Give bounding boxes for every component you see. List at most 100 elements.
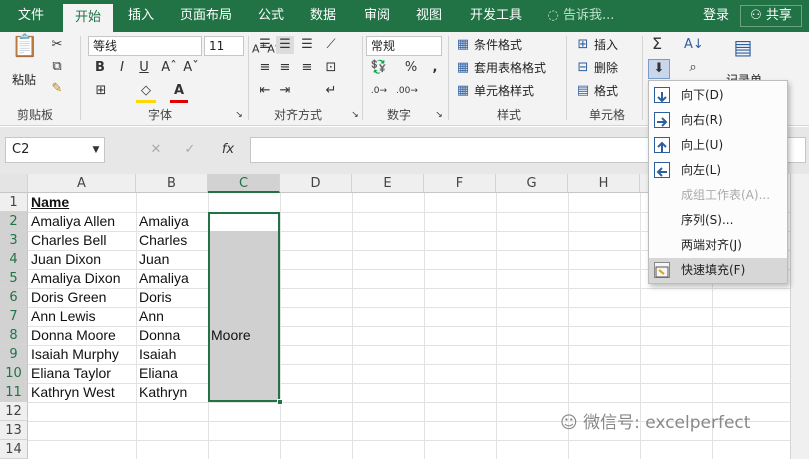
format-cells-button[interactable]: 格式 bbox=[594, 81, 618, 101]
font-grow-button[interactable]: Aˆ bbox=[160, 59, 178, 77]
row-header-13[interactable]: 13 bbox=[0, 421, 28, 440]
tab-home[interactable]: 开始 bbox=[63, 4, 113, 32]
cell-b2[interactable]: Amaliya bbox=[136, 212, 208, 231]
cell-a2[interactable]: Amaliya Allen bbox=[28, 212, 136, 231]
row-header-7[interactable]: 7 bbox=[0, 307, 28, 326]
cell-a5[interactable]: Amaliya Dixon bbox=[28, 269, 136, 288]
increase-indent-icon[interactable]: ⇥ bbox=[276, 82, 294, 100]
cell-styles-button[interactable]: 单元格样式 bbox=[474, 81, 534, 101]
cell-b3[interactable]: Charles bbox=[136, 231, 208, 250]
align-left-icon[interactable]: ≡ bbox=[256, 59, 274, 77]
row-header-4[interactable]: 4 bbox=[0, 250, 28, 269]
sort-filter-icon[interactable]: A↓ bbox=[684, 36, 704, 54]
orientation-icon[interactable]: ⟋ bbox=[322, 36, 340, 54]
column-header-f[interactable]: F bbox=[424, 174, 496, 193]
merge-icon[interactable]: ⊡ bbox=[322, 59, 340, 77]
cell-b6[interactable]: Doris bbox=[136, 288, 208, 307]
row-header-6[interactable]: 6 bbox=[0, 288, 28, 307]
align-middle-icon[interactable]: ☰ bbox=[276, 36, 294, 54]
border-icon[interactable]: ⊞ bbox=[92, 82, 110, 100]
cell-b8[interactable]: Donna bbox=[136, 326, 208, 345]
number-dialog-launcher-icon[interactable]: ↘ bbox=[434, 106, 444, 124]
italic-button[interactable]: I bbox=[114, 59, 130, 77]
currency-icon[interactable]: 💱 bbox=[368, 59, 390, 77]
copy-icon[interactable]: ⧉ bbox=[48, 58, 66, 76]
tab-page-layout[interactable]: 页面布局 bbox=[172, 0, 240, 32]
underline-button[interactable]: U bbox=[136, 59, 152, 77]
form-icon[interactable]: ▤ bbox=[726, 37, 760, 68]
tab-view[interactable]: 视图 bbox=[406, 0, 452, 32]
fill-justify-item[interactable]: 两端对齐(J) bbox=[649, 233, 787, 258]
tab-insert[interactable]: 插入 bbox=[118, 0, 164, 32]
insert-cells-button[interactable]: 插入 bbox=[594, 35, 618, 55]
align-top-icon[interactable]: ☰ bbox=[256, 36, 274, 54]
align-center-icon[interactable]: ≡ bbox=[276, 59, 294, 77]
number-format-select[interactable]: 常规 bbox=[366, 36, 442, 56]
row-header-12[interactable]: 12 bbox=[0, 402, 28, 421]
cell-b5[interactable]: Amaliya bbox=[136, 269, 208, 288]
column-header-e[interactable]: E bbox=[352, 174, 424, 193]
cell-a11[interactable]: Kathryn West bbox=[28, 383, 136, 402]
format-painter-icon[interactable]: ✎ bbox=[48, 80, 66, 98]
tell-me-box[interactable]: ◌ 告诉我... bbox=[546, 0, 616, 32]
column-header-b[interactable]: B bbox=[136, 174, 208, 193]
cell-a4[interactable]: Juan Dixon bbox=[28, 250, 136, 269]
tab-formulas[interactable]: 公式 bbox=[248, 0, 294, 32]
fill-series-item[interactable]: 序列(S)... bbox=[649, 208, 787, 233]
wrap-text-icon[interactable]: ↵ bbox=[322, 82, 340, 100]
column-header-a[interactable]: A bbox=[28, 174, 136, 193]
column-header-g[interactable]: G bbox=[496, 174, 568, 193]
font-dialog-launcher-icon[interactable]: ↘ bbox=[234, 106, 244, 124]
row-header-10[interactable]: 10 bbox=[0, 364, 28, 383]
column-header-c[interactable]: C bbox=[208, 174, 280, 193]
fill-color-icon[interactable]: ◇ bbox=[136, 82, 156, 103]
column-header-d[interactable]: D bbox=[280, 174, 352, 193]
format-as-table-button[interactable]: 套用表格格式 bbox=[474, 58, 546, 78]
find-select-icon[interactable]: ⌕ bbox=[684, 59, 702, 77]
bold-button[interactable]: B bbox=[92, 59, 108, 77]
tab-review[interactable]: 审阅 bbox=[354, 0, 400, 32]
row-header-1[interactable]: 1 bbox=[0, 193, 28, 212]
enter-icon[interactable]: ✓ bbox=[182, 141, 198, 159]
align-bottom-icon[interactable]: ☰ bbox=[298, 36, 316, 54]
delete-cells-button[interactable]: 删除 bbox=[594, 58, 618, 78]
font-color-icon[interactable]: A bbox=[170, 82, 188, 103]
column-header-h[interactable]: H bbox=[568, 174, 640, 193]
row-header-2[interactable]: 2 bbox=[0, 212, 28, 231]
flash-fill-item[interactable]: 快速填充(F) bbox=[649, 258, 787, 283]
font-shrink-button[interactable]: Aˇ bbox=[182, 59, 200, 77]
cell-b11[interactable]: Kathryn bbox=[136, 383, 208, 402]
fill-handle[interactable] bbox=[277, 399, 283, 405]
cut-icon[interactable]: ✂ bbox=[48, 36, 66, 54]
cell-a7[interactable]: Ann Lewis bbox=[28, 307, 136, 326]
insert-function-button[interactable]: fx bbox=[218, 141, 238, 159]
fill-left-item[interactable]: 向左(L) bbox=[649, 158, 787, 183]
cancel-icon[interactable]: ✕ bbox=[148, 141, 164, 159]
row-header-8[interactable]: 8 bbox=[0, 326, 28, 345]
paste-icon[interactable]: 📋 bbox=[10, 36, 40, 70]
fill-down-item[interactable]: 向下(D) bbox=[649, 83, 787, 108]
comma-button[interactable]: , bbox=[426, 59, 444, 77]
row-header-9[interactable]: 9 bbox=[0, 345, 28, 364]
cell-b10[interactable]: Eliana bbox=[136, 364, 208, 383]
decrease-indent-icon[interactable]: ⇤ bbox=[256, 82, 274, 100]
select-all-corner[interactable] bbox=[0, 174, 28, 193]
align-right-icon[interactable]: ≡ bbox=[298, 59, 316, 77]
row-header-5[interactable]: 5 bbox=[0, 269, 28, 288]
cell-a6[interactable]: Doris Green bbox=[28, 288, 136, 307]
tab-file[interactable]: 文件 bbox=[8, 0, 54, 32]
increase-decimal-icon[interactable]: .0→ bbox=[368, 82, 390, 100]
cell-a10[interactable]: Eliana Taylor bbox=[28, 364, 136, 383]
cell-b7[interactable]: Ann bbox=[136, 307, 208, 326]
tab-developer[interactable]: 开发工具 bbox=[460, 0, 532, 32]
cell-b4[interactable]: Juan bbox=[136, 250, 208, 269]
vertical-scrollbar[interactable] bbox=[790, 174, 809, 459]
share-button[interactable]: ⚇ 共享 bbox=[740, 5, 802, 27]
decrease-decimal-icon[interactable]: .00→ bbox=[396, 82, 418, 100]
autosum-button[interactable]: Σ bbox=[648, 35, 666, 53]
login-button[interactable]: 登录 bbox=[698, 0, 734, 32]
cell-a8[interactable]: Donna Moore bbox=[28, 326, 136, 345]
cell-a3[interactable]: Charles Bell bbox=[28, 231, 136, 250]
paste-button[interactable]: 粘贴 bbox=[12, 70, 36, 90]
conditional-format-button[interactable]: 条件格式 bbox=[474, 35, 522, 55]
